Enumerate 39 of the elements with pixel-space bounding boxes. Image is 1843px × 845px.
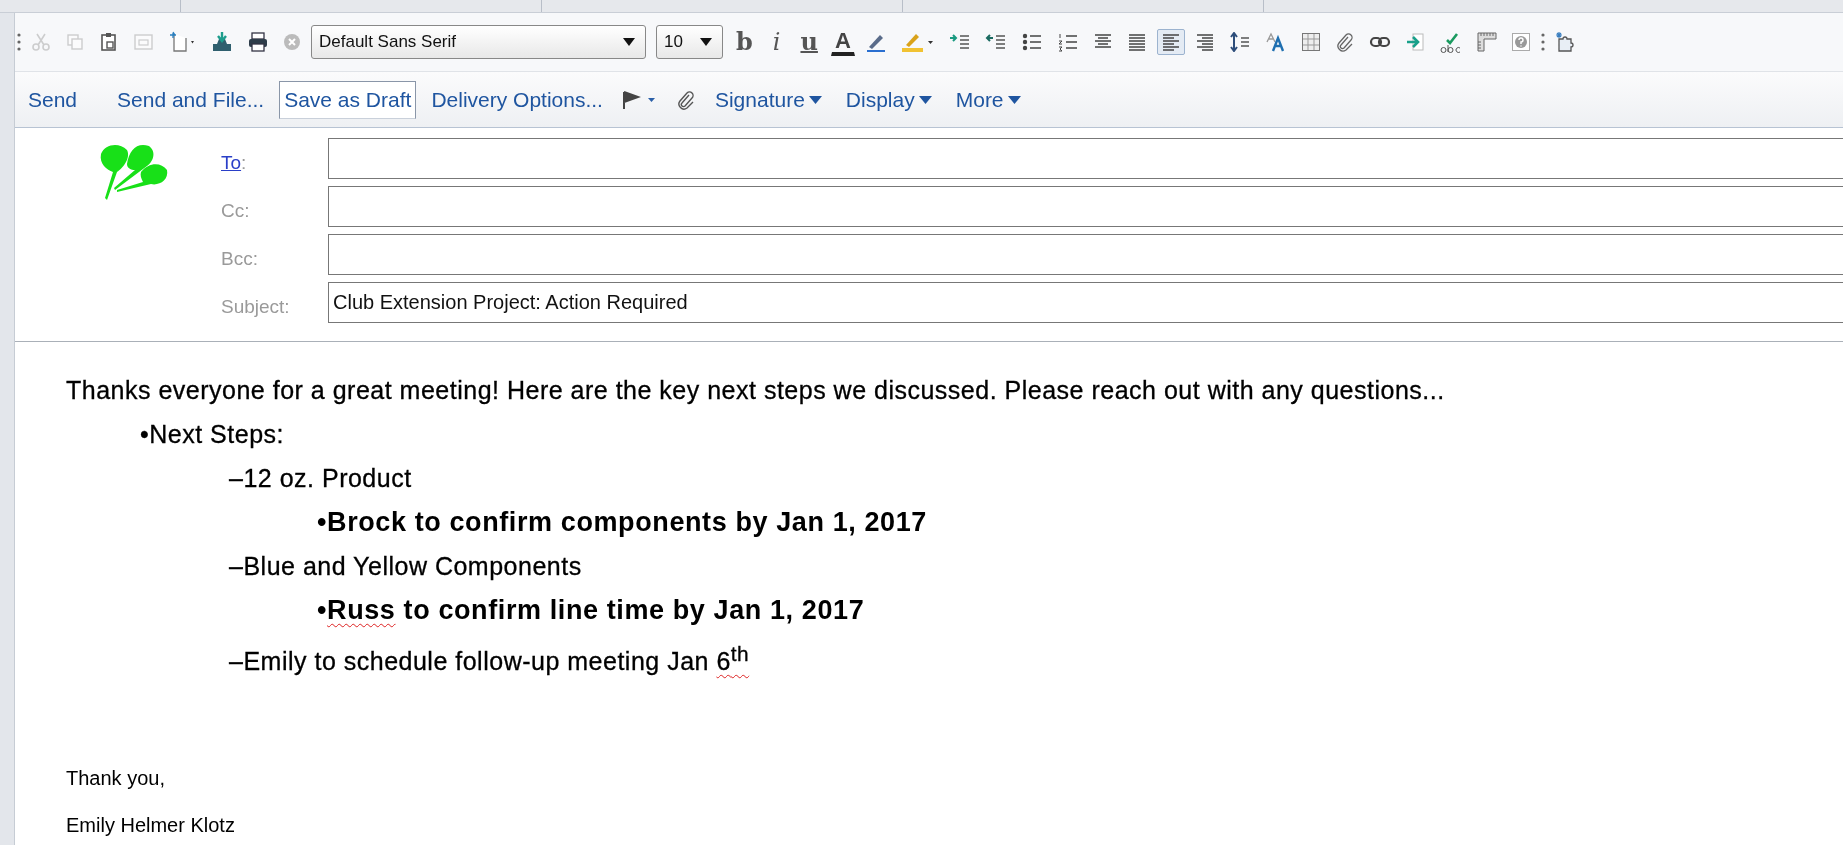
action-button[interactable]: Send and File... xyxy=(112,80,270,119)
list-item: –12 oz. Product xyxy=(228,463,413,494)
body-text: Thanks everyone for a great meeting! Here are the key next steps we discussed. Please reach out with any questions... xyxy=(66,375,1446,406)
align-left-icon[interactable] xyxy=(1156,29,1185,55)
caret-icon xyxy=(808,95,822,104)
input-field[interactable] xyxy=(328,186,1843,227)
to-link[interactable]: To xyxy=(221,151,242,173)
toolbar-grip-icon[interactable] xyxy=(1540,32,1545,52)
caret-icon xyxy=(700,38,712,46)
italic-button[interactable]: i xyxy=(765,28,788,56)
action-button[interactable]: Send xyxy=(23,80,83,119)
underline-button[interactable]: u xyxy=(793,28,825,56)
bold-button[interactable]: b xyxy=(729,28,760,56)
caret-icon xyxy=(918,95,932,104)
list-item: •Brock to confirm components by Jan 1, 2017 xyxy=(316,506,928,539)
field-label: Subject: xyxy=(221,294,291,318)
font-select[interactable]: Default Sans Serif xyxy=(311,25,646,59)
toolbar-grip-icon[interactable] xyxy=(17,32,21,52)
input-field[interactable] xyxy=(328,138,1843,179)
signature-text: Emily Helmer Klotz xyxy=(66,814,236,838)
action-button[interactable]: Save as Draft xyxy=(279,80,417,119)
caret-icon xyxy=(1007,95,1021,104)
menu-button[interactable]: Signature xyxy=(709,80,827,119)
field-label: Bcc: xyxy=(221,246,259,270)
input-field[interactable]: Club Extension Project: Action Required xyxy=(328,282,1843,323)
font-color-button[interactable]: A xyxy=(830,28,855,56)
list-item: •Russ to confirm line time by Jan 1, 2017 xyxy=(316,594,866,627)
list-item: –Emily to schedule follow-up meeting Jan 6$^{th}$ xyxy=(228,641,751,678)
menu-button[interactable]: More xyxy=(950,80,1026,119)
menu-button[interactable]: Display xyxy=(840,80,937,119)
font-size-select[interactable]: 10 xyxy=(656,25,723,59)
action-button[interactable]: Delivery Options... xyxy=(426,80,608,119)
list-item: •Next Steps: xyxy=(139,419,285,450)
input-field[interactable] xyxy=(328,234,1843,275)
caret-icon xyxy=(623,38,635,46)
list-item: –Blue and Yellow Components xyxy=(228,551,583,582)
colon-text: : xyxy=(241,151,247,173)
closing-text: Thank you, xyxy=(66,767,166,791)
field-label: Cc: xyxy=(221,198,251,222)
